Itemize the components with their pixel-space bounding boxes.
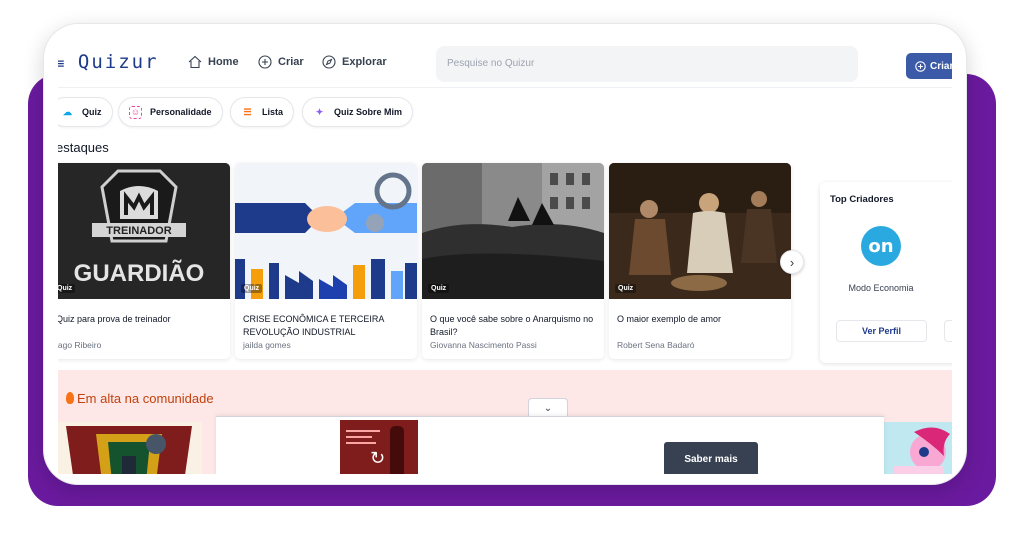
- trending-thumbnail[interactable]: [884, 422, 952, 474]
- creator-name[interactable]: Modo Economia: [820, 283, 942, 293]
- card-tag: Quiz: [58, 284, 76, 293]
- quiz-card[interactable]: TREINADOR GUARDIÃO Quiz Quiz para prova …: [58, 163, 230, 359]
- crest-image: [58, 422, 202, 474]
- second-profile-button[interactable]: [944, 320, 952, 342]
- pony-image: [884, 422, 952, 474]
- search-placeholder: Pesquise no Quizur: [447, 58, 535, 69]
- trending-title-text: Em alta na comunidade: [77, 391, 214, 406]
- logo-text: Quizur: [77, 51, 159, 73]
- badge-image: TREINADOR GUARDIÃO: [58, 163, 230, 299]
- card-tag: Quiz: [615, 284, 637, 293]
- saber-mais-label: Saber mais: [684, 453, 738, 465]
- card-title: O maior exemplo de amor: [617, 314, 722, 324]
- ad-image: ↻: [340, 420, 418, 474]
- saber-mais-button[interactable]: Saber mais: [664, 442, 758, 474]
- chip-quiz-label: Quiz: [82, 107, 102, 117]
- chip-quiz-sobre-mim[interactable]: ✦ Quiz Sobre Mim: [302, 97, 414, 127]
- badge-line2: GUARDIÃO: [74, 259, 205, 287]
- quiz-card[interactable]: Quiz CRISE ECONÔMICA E TERCEIRA REVOLUÇÃ…: [235, 163, 417, 359]
- card-author: jailda gomes: [243, 340, 291, 350]
- top-creators-panel: Top Criadores on Modo Economia Ver Perfi…: [820, 182, 952, 363]
- nav-home[interactable]: Home: [188, 55, 239, 69]
- card-author: Giovanna Nascimento Passi: [430, 340, 537, 350]
- destaques-title: estaques: [58, 140, 109, 155]
- card-title: CRISE ECONÔMICA E TERCEIRA REVOLUÇÃO IND…: [243, 314, 384, 337]
- plus-circle-icon: [258, 55, 272, 69]
- chip-lista[interactable]: ☰ Lista: [230, 97, 295, 127]
- card-tag: Quiz: [428, 284, 450, 293]
- nav-criar-label: Criar: [278, 56, 304, 68]
- quiz-thumbnail: Quiz: [235, 163, 417, 299]
- browser-frame: ≡ Quizur Home Criar Explorar Pesquise no…: [44, 24, 966, 484]
- chip-personalidade-label: Personalidade: [150, 107, 212, 117]
- avatar-text: on: [868, 235, 894, 257]
- ver-perfil-label: Ver Perfil: [861, 326, 902, 336]
- chip-quiz[interactable]: ☁ Quiz: [58, 97, 113, 127]
- ver-perfil-button[interactable]: Ver Perfil: [836, 320, 927, 342]
- sparkle-icon: ✦: [315, 106, 324, 117]
- chevron-down-icon: ⌄: [543, 403, 553, 414]
- card-tag: Quiz: [241, 284, 263, 293]
- card-author: iago Ribeiro: [58, 340, 102, 350]
- search-input[interactable]: Pesquise no Quizur: [436, 46, 858, 82]
- quiz-card[interactable]: Quiz O que você sabe sobre o Anarquismo …: [422, 163, 604, 359]
- quiz-thumbnail: Quiz: [609, 163, 791, 299]
- criar-button-label: Criar: [930, 60, 952, 72]
- trending-thumbnail[interactable]: [58, 422, 202, 474]
- collapse-ad-button[interactable]: ⌄: [528, 398, 568, 418]
- top-creators-title: Top Criadores: [830, 194, 894, 205]
- quiz-thumbnail: TREINADOR GUARDIÃO Quiz: [58, 163, 230, 299]
- chip-personalidade[interactable]: ☺ Personalidade: [118, 97, 223, 127]
- ad-banner[interactable]: ↻ Saber mais: [216, 416, 884, 474]
- nav-explorar[interactable]: Explorar: [322, 55, 387, 69]
- fire-icon: [66, 392, 74, 404]
- trending-title: Em alta na comunidade: [66, 391, 214, 406]
- criar-button[interactable]: Criar: [906, 53, 952, 79]
- avatar[interactable]: on: [861, 226, 901, 266]
- card-title: O que você sabe sobre o Anarquismo no Br…: [430, 314, 594, 337]
- card-title: Quiz para prova de treinador: [58, 314, 171, 324]
- quiz-thumbnail: Quiz: [422, 163, 604, 299]
- logo[interactable]: ≡ Quizur: [58, 51, 159, 73]
- page: ≡ Quizur Home Criar Explorar Pesquise no…: [0, 0, 1024, 536]
- top-header: ≡ Quizur Home Criar Explorar Pesquise no…: [58, 38, 952, 88]
- quiz-icon: ☁: [63, 106, 72, 117]
- nav-home-label: Home: [208, 56, 239, 68]
- chevron-right-icon: ›: [789, 254, 795, 270]
- nav-criar[interactable]: Criar: [258, 55, 304, 69]
- chip-quiz-sobre-mim-label: Quiz Sobre Mim: [334, 107, 403, 117]
- personality-icon: ☺: [129, 105, 142, 119]
- carousel-next-button[interactable]: ›: [780, 250, 804, 274]
- badge-line1: TREINADOR: [106, 225, 171, 237]
- quiz-card[interactable]: Quiz O maior exemplo de amor Robert Sena…: [609, 163, 791, 359]
- chip-lista-label: Lista: [262, 107, 284, 117]
- plus-circle-icon: [915, 60, 926, 72]
- nav-explorar-label: Explorar: [342, 56, 387, 68]
- compass-icon: [322, 55, 336, 69]
- replay-icon[interactable]: ↻: [370, 448, 385, 469]
- crowd-photo: [422, 163, 604, 299]
- home-icon: [188, 55, 202, 69]
- painting-image: [609, 163, 791, 299]
- list-icon: ☰: [243, 106, 252, 117]
- screen: ≡ Quizur Home Criar Explorar Pesquise no…: [58, 38, 952, 474]
- card-author: Robert Sena Badaró: [617, 340, 695, 350]
- menu-icon[interactable]: ≡: [58, 56, 64, 72]
- handshake-image: [235, 163, 417, 299]
